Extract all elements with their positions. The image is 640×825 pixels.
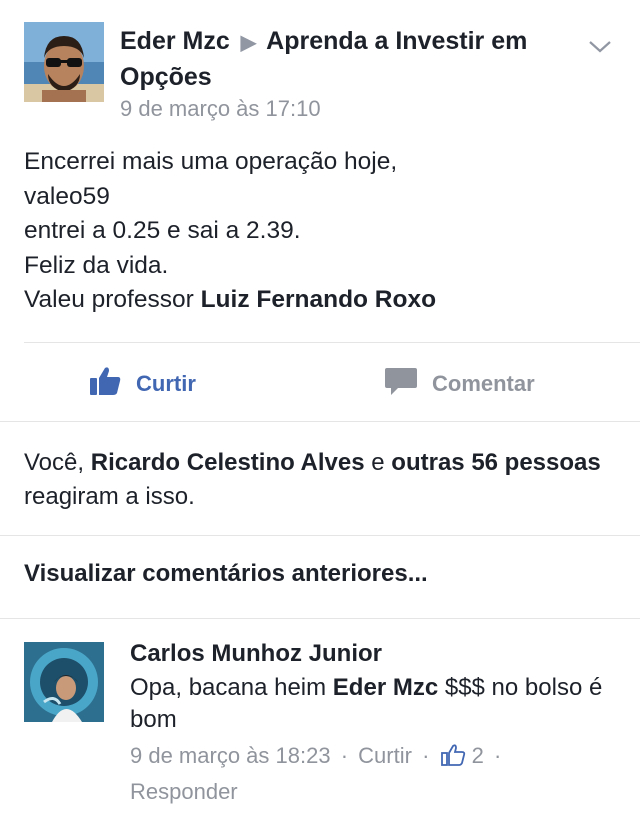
post-line: valeo59: [24, 182, 110, 210]
reactions-summary[interactable]: Você, Ricardo Celestino Alves e outras 5…: [24, 446, 614, 514]
comment-like-count: 2: [471, 743, 484, 768]
reaction-others-link[interactable]: outras 56 pessoas: [391, 449, 600, 476]
comment-meta: 9 de março às 18:23 · Curtir · 2 · Respo…: [130, 740, 610, 808]
speech-bubble-icon: [384, 365, 432, 403]
reaction-suffix: reagiram a isso.: [24, 483, 195, 510]
meta-dot: ·: [340, 743, 349, 768]
post-body: Encerrei mais uma operação hoje, valeo59…: [24, 145, 624, 318]
comment-like-link[interactable]: Curtir: [358, 743, 412, 768]
post-line: Valeu professor Luiz Fernando Roxo: [24, 283, 624, 318]
divider: [24, 342, 640, 343]
post-line-text: Valeu professor: [24, 286, 201, 313]
like-button-label: Curtir: [136, 371, 196, 396]
comment-item: Carlos Munhoz Junior Opa, bacana heim Ed…: [0, 630, 640, 825]
post-line: Encerrei mais uma operação hoje,: [24, 148, 398, 175]
reaction-you: Você: [24, 449, 78, 476]
divider: [0, 618, 640, 619]
chevron-down-icon[interactable]: [586, 36, 614, 56]
reaction-person-link[interactable]: Ricardo Celestino Alves: [91, 449, 365, 476]
separator-arrow: ▶: [240, 32, 257, 54]
reaction-and: e: [364, 449, 392, 476]
like-button[interactable]: Curtir: [88, 364, 196, 404]
post-line: Feliz da vida.: [24, 251, 169, 279]
comment-text: Opa, bacana heim Eder Mzc $$$ no bolso é…: [130, 672, 610, 736]
reaction-comma: ,: [77, 449, 91, 476]
commenter-name[interactable]: Carlos Munhoz Junior: [130, 640, 382, 668]
post-author-line: Eder Mzc ▶ Aprenda a Investir em Opções: [120, 24, 580, 94]
author-avatar[interactable]: [24, 22, 104, 102]
divider: [0, 421, 640, 422]
comment-tagged-user-link[interactable]: Eder Mzc: [333, 674, 438, 701]
meta-dot: ·: [494, 743, 502, 768]
post-line: entrei a 0.25 e sai a 2.39.: [24, 217, 301, 244]
comment-button-label: Comentar: [432, 371, 535, 396]
post-timestamp[interactable]: 9 de março às 17:10: [120, 96, 321, 122]
comment-reply-link[interactable]: Responder: [130, 779, 238, 804]
meta-dot: ·: [422, 743, 430, 768]
divider: [0, 535, 640, 536]
commenter-avatar[interactable]: [24, 642, 104, 722]
comment-button[interactable]: Comentar: [384, 364, 535, 404]
thumbs-up-outline-icon: [440, 743, 466, 776]
thumbs-up-icon: [88, 365, 136, 403]
post-author-name[interactable]: Eder Mzc: [120, 27, 230, 55]
view-previous-comments-link[interactable]: Visualizar comentários anteriores...: [24, 560, 428, 588]
tagged-user-link[interactable]: Luiz Fernando Roxo: [201, 286, 436, 313]
post-header: Eder Mzc ▶ Aprenda a Investir em Opções …: [0, 0, 640, 140]
comment-text-prefix: Opa, bacana heim: [130, 674, 333, 701]
comment-timestamp[interactable]: 9 de março às 18:23: [130, 743, 331, 768]
